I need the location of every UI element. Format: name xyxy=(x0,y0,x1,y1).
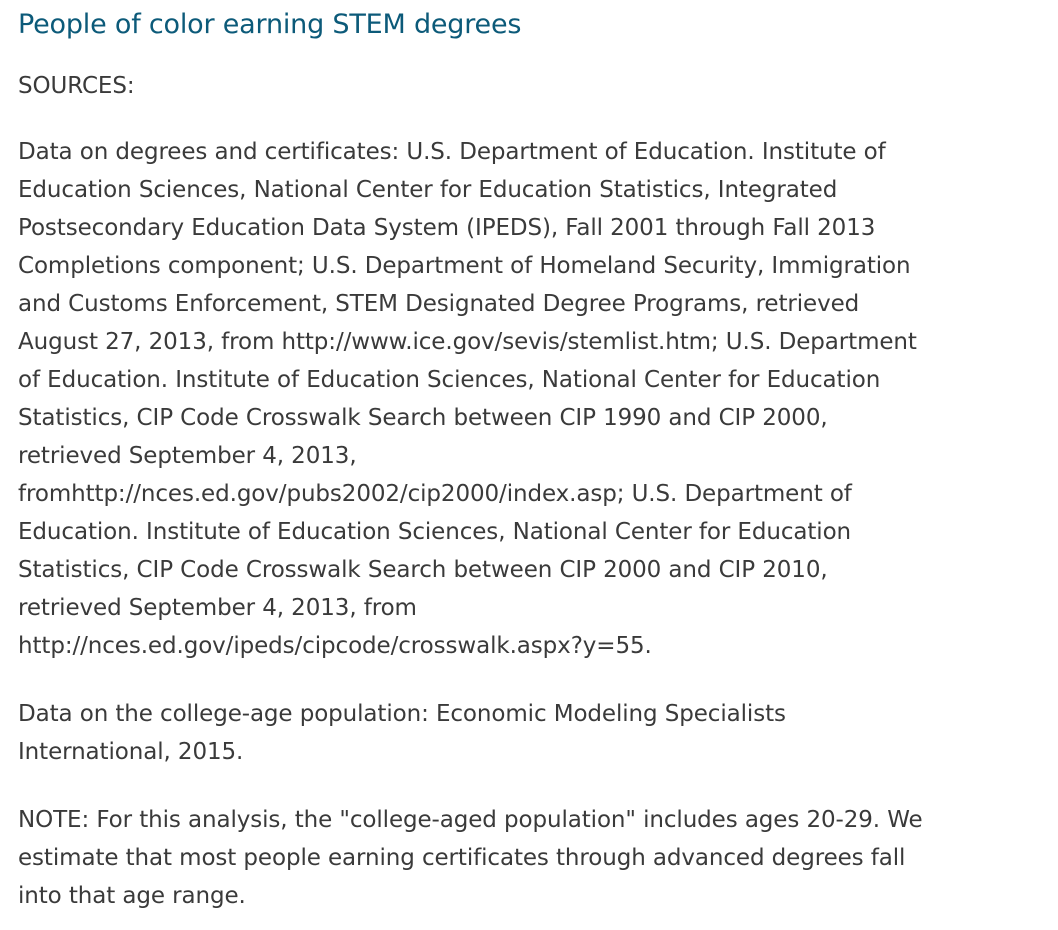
paragraph-line: NOTE: For this analysis, the "college-ag… xyxy=(18,807,923,833)
paragraph-line: August 27, 2013, from http://www.ice.gov… xyxy=(18,329,917,355)
note-paragraph: NOTE: For this analysis, the "college-ag… xyxy=(18,801,1048,915)
paragraph-line: Statistics, CIP Code Crosswalk Search be… xyxy=(18,405,828,431)
page-title: People of color earning STEM degrees xyxy=(18,9,522,40)
paragraph-line: Education. Institute of Education Scienc… xyxy=(18,519,852,545)
paragraph-line: retrieved September 4, 2013, xyxy=(18,443,357,469)
data-population-paragraph: Data on the college-age population: Econ… xyxy=(18,695,1048,771)
paragraph-line: of Education. Institute of Education Sci… xyxy=(18,367,881,393)
paragraph-line: into that age range. xyxy=(18,883,246,909)
sources-panel: People of color earning STEM degrees SOU… xyxy=(18,0,1048,915)
paragraph-line: Statistics, CIP Code Crosswalk Search be… xyxy=(18,557,828,583)
paragraph-line: Education Sciences, National Center for … xyxy=(18,177,838,203)
paragraph-line: Data on degrees and certificates: U.S. D… xyxy=(18,139,886,165)
paragraph-line: estimate that most people earning certif… xyxy=(18,845,906,871)
paragraph-line: retrieved September 4, 2013, from xyxy=(18,595,417,621)
paragraph-line: and Customs Enforcement, STEM Designated… xyxy=(18,291,860,317)
paragraph-line: http://nces.ed.gov/ipeds/cipcode/crosswa… xyxy=(18,633,652,659)
paragraph-line: Postsecondary Education Data System (IPE… xyxy=(18,215,876,241)
paragraph-line: Completions component; U.S. Department o… xyxy=(18,253,911,279)
data-degrees-paragraph: Data on degrees and certificates: U.S. D… xyxy=(18,133,1048,665)
paragraph-line: Data on the college-age population: Econ… xyxy=(18,701,786,727)
paragraph-line: fromhttp://nces.ed.gov/pubs2002/cip2000/… xyxy=(18,481,852,507)
sources-label: SOURCES: xyxy=(18,73,135,99)
paragraph-line: International, 2015. xyxy=(18,739,244,765)
